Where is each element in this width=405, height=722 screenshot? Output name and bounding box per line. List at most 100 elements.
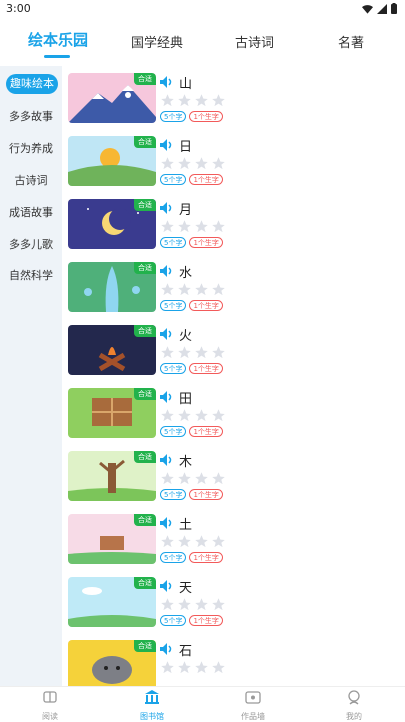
star-icon bbox=[161, 220, 174, 233]
speaker-icon[interactable] bbox=[160, 328, 174, 340]
category-sidebar: 趣味绘本 多多故事 行为养成 古诗词 成语故事 多多儿歌 自然科学 bbox=[0, 66, 62, 686]
book-thumbnail: 合适 bbox=[68, 199, 156, 249]
star-icon bbox=[212, 283, 225, 296]
book-title: 土 bbox=[179, 518, 193, 533]
book-icon bbox=[43, 691, 57, 703]
star-icon bbox=[178, 661, 191, 674]
star-icon bbox=[178, 94, 191, 107]
book-thumbnail: 合适 bbox=[68, 73, 156, 123]
book-card[interactable]: 合适 土 5个字 1个生字 bbox=[68, 514, 348, 566]
sidebar-item-behavior[interactable]: 行为养成 bbox=[0, 140, 62, 156]
tab-ancient-poems[interactable]: 古诗词 bbox=[235, 32, 274, 51]
star-rating bbox=[160, 93, 226, 108]
status-time: 3:00 bbox=[6, 2, 31, 15]
book-card[interactable]: 合适 田 5个字 1个生字 bbox=[68, 388, 348, 440]
star-icon bbox=[161, 94, 174, 107]
book-card[interactable]: 合适 木 5个字 1个生字 bbox=[68, 451, 348, 503]
sidebar-item-poems[interactable]: 古诗词 bbox=[0, 172, 62, 188]
star-icon bbox=[161, 598, 174, 611]
sidebar-item-stories[interactable]: 多多故事 bbox=[0, 108, 62, 124]
star-icon bbox=[195, 94, 208, 107]
star-icon bbox=[161, 661, 174, 674]
sidebar-item-fun-picture-books[interactable]: 趣味绘本 bbox=[6, 74, 58, 94]
tab-chinese-classics[interactable]: 国学经典 bbox=[131, 32, 183, 51]
word-count-tag: 5个字 bbox=[160, 615, 187, 626]
book-list: 合适 山 5个字 1个生字 合适 日 5个字 1个生字 合适 月 5个字 1个生… bbox=[62, 66, 405, 686]
star-icon bbox=[212, 409, 225, 422]
new-char-tag: 1个生字 bbox=[189, 363, 223, 374]
book-thumbnail: 合适 bbox=[68, 136, 156, 186]
nav-read[interactable]: 阅读 bbox=[20, 689, 80, 722]
star-icon bbox=[161, 157, 174, 170]
star-icon bbox=[212, 472, 225, 485]
suitable-badge: 合适 bbox=[134, 73, 156, 85]
speaker-icon[interactable] bbox=[160, 139, 174, 151]
book-card[interactable]: 合适 月 5个字 1个生字 bbox=[68, 199, 348, 251]
star-icon bbox=[195, 220, 208, 233]
book-card[interactable]: 合适 天 5个字 1个生字 bbox=[68, 577, 348, 629]
word-count-tag: 5个字 bbox=[160, 489, 187, 500]
speaker-icon[interactable] bbox=[160, 265, 174, 277]
new-char-tag: 1个生字 bbox=[189, 174, 223, 185]
book-title: 火 bbox=[179, 329, 193, 344]
nav-label: 图书馆 bbox=[140, 712, 164, 721]
star-rating bbox=[160, 534, 226, 549]
star-icon bbox=[178, 157, 191, 170]
star-rating bbox=[160, 156, 226, 171]
book-card[interactable]: 合适 日 5个字 1个生字 bbox=[68, 136, 348, 188]
book-card[interactable]: 合适 火 5个字 1个生字 bbox=[68, 325, 348, 377]
battery-icon bbox=[391, 3, 397, 14]
suitable-badge: 合适 bbox=[134, 514, 156, 526]
sidebar-item-idioms[interactable]: 成语故事 bbox=[0, 204, 62, 220]
star-icon bbox=[212, 535, 225, 548]
star-rating bbox=[160, 660, 226, 675]
sidebar-item-songs[interactable]: 多多儿歌 bbox=[0, 236, 62, 252]
book-card[interactable]: 合适 水 5个字 1个生字 bbox=[68, 262, 348, 314]
nav-works-wall[interactable]: 作品墙 bbox=[223, 689, 283, 722]
speaker-icon[interactable] bbox=[160, 517, 174, 529]
book-thumbnail: 合适 bbox=[68, 262, 156, 312]
tab-masterpieces[interactable]: 名著 bbox=[338, 32, 364, 51]
star-rating bbox=[160, 597, 226, 612]
nav-library[interactable]: 图书馆 bbox=[122, 689, 182, 722]
word-count-tag: 5个字 bbox=[160, 426, 187, 437]
suitable-badge: 合适 bbox=[134, 262, 156, 274]
book-card[interactable]: 合适 石 bbox=[68, 640, 348, 686]
book-title: 木 bbox=[179, 455, 193, 470]
speaker-icon[interactable] bbox=[160, 202, 174, 214]
book-title: 水 bbox=[179, 266, 193, 281]
speaker-icon[interactable] bbox=[160, 76, 174, 88]
star-icon bbox=[178, 472, 191, 485]
word-count-tag: 5个字 bbox=[160, 111, 187, 122]
suitable-badge: 合适 bbox=[134, 325, 156, 337]
speaker-icon[interactable] bbox=[160, 643, 174, 655]
signal-icon bbox=[377, 3, 387, 14]
status-bar: 3:00 bbox=[0, 0, 405, 22]
book-thumbnail: 合适 bbox=[68, 451, 156, 501]
new-char-tag: 1个生字 bbox=[189, 300, 223, 311]
book-title: 田 bbox=[179, 392, 193, 407]
star-icon bbox=[178, 220, 191, 233]
sidebar-item-science[interactable]: 自然科学 bbox=[0, 267, 62, 283]
word-count-tag: 5个字 bbox=[160, 174, 187, 185]
star-icon bbox=[212, 220, 225, 233]
book-title: 日 bbox=[179, 140, 193, 155]
suitable-badge: 合适 bbox=[134, 640, 156, 652]
book-card[interactable]: 合适 山 5个字 1个生字 bbox=[68, 73, 348, 125]
speaker-icon[interactable] bbox=[160, 454, 174, 466]
book-thumbnail: 合适 bbox=[68, 640, 156, 686]
book-title: 天 bbox=[179, 581, 193, 596]
star-icon bbox=[212, 157, 225, 170]
nav-me[interactable]: 我的 bbox=[324, 689, 384, 722]
wifi-icon bbox=[362, 4, 373, 14]
word-count-tag: 5个字 bbox=[160, 237, 187, 248]
speaker-icon[interactable] bbox=[160, 391, 174, 403]
speaker-icon[interactable] bbox=[160, 580, 174, 592]
star-icon bbox=[178, 598, 191, 611]
new-char-tag: 1个生字 bbox=[189, 552, 223, 563]
tv-icon bbox=[245, 691, 261, 704]
book-thumbnail: 合适 bbox=[68, 514, 156, 564]
nav-label: 阅读 bbox=[42, 712, 58, 721]
tab-picture-books[interactable]: 绘本乐园 bbox=[28, 29, 88, 50]
new-char-tag: 1个生字 bbox=[189, 111, 223, 122]
